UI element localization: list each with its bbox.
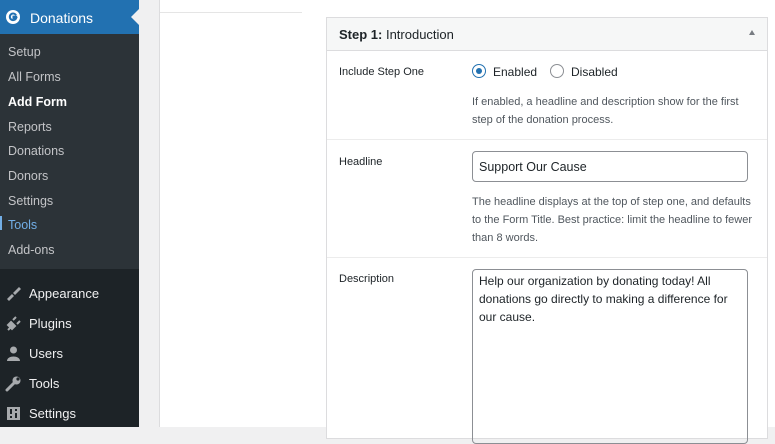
divider xyxy=(160,12,302,13)
menu-item-plugins[interactable]: Plugins xyxy=(0,313,139,335)
submenu-item-tools[interactable]: Tools xyxy=(8,218,37,232)
menu-label-appearance: Appearance xyxy=(29,286,100,301)
menu-label-users: Users xyxy=(29,346,63,361)
menu-item-donations[interactable]: Donations xyxy=(0,0,139,34)
metabox-header[interactable]: Step 1: Introduction xyxy=(327,18,767,51)
menu-item-settings[interactable]: Settings xyxy=(0,403,139,425)
submenu-item-all-forms[interactable]: All Forms xyxy=(8,70,61,84)
collapse-toggle-icon[interactable] xyxy=(749,30,755,35)
form-tabs-column xyxy=(159,0,303,427)
admin-sidebar: Donations Setup All Forms Add Form Repor… xyxy=(0,0,139,427)
submenu-item-add-ons[interactable]: Add-ons xyxy=(8,243,55,257)
menu-label-settings: Settings xyxy=(29,406,76,421)
row-divider xyxy=(327,139,767,140)
submenu-item-settings[interactable]: Settings xyxy=(8,194,53,208)
submenu-item-setup[interactable]: Setup xyxy=(8,45,41,59)
menu-label-donations: Donations xyxy=(30,10,94,26)
headline-help: The headline displays at the top of step… xyxy=(472,196,753,244)
step-one-metabox: Step 1: Introduction Include Step One En… xyxy=(326,17,768,444)
menu-item-users[interactable]: Users xyxy=(0,343,139,365)
give-logo-icon xyxy=(6,10,20,24)
plugin-icon xyxy=(6,316,21,331)
wrench-icon xyxy=(5,376,21,392)
disabled-radio-label[interactable]: Disabled xyxy=(571,65,618,79)
menu-item-tools[interactable]: Tools xyxy=(0,373,139,395)
include-step-one-label: Include Step One xyxy=(339,66,425,78)
metabox-title: Step 1: Introduction xyxy=(339,27,454,42)
current-menu-arrow xyxy=(131,9,139,25)
row-divider xyxy=(327,257,767,258)
menu-label-plugins: Plugins xyxy=(29,316,72,331)
metabox-title-step: Step 1: xyxy=(339,27,383,42)
include-step-one-help: If enabled, a headline and description s… xyxy=(472,96,739,126)
menu-item-appearance[interactable]: Appearance xyxy=(0,283,139,305)
headline-input[interactable]: Support Our Cause xyxy=(472,151,748,182)
headline-label: Headline xyxy=(339,156,383,168)
metabox-title-text: Introduction xyxy=(382,27,454,42)
paintbrush-icon xyxy=(7,287,21,301)
enabled-radio[interactable] xyxy=(472,64,486,78)
disabled-radio[interactable] xyxy=(550,64,564,78)
donations-submenu: Setup All Forms Add Form Reports Donatio… xyxy=(0,34,139,269)
users-icon xyxy=(7,346,20,361)
submenu-item-donations[interactable]: Donations xyxy=(8,144,64,158)
description-label: Description xyxy=(339,273,395,285)
menu-label-tools: Tools xyxy=(29,376,60,391)
submenu-item-add-form[interactable]: Add Form xyxy=(8,95,67,109)
enabled-radio-label[interactable]: Enabled xyxy=(493,65,537,79)
focus-indicator xyxy=(0,216,2,230)
submenu-item-reports[interactable]: Reports xyxy=(8,120,52,134)
settings-icon xyxy=(7,407,20,420)
description-textarea[interactable]: Help our organization by donating today!… xyxy=(472,269,748,444)
submenu-item-donors[interactable]: Donors xyxy=(8,169,48,183)
